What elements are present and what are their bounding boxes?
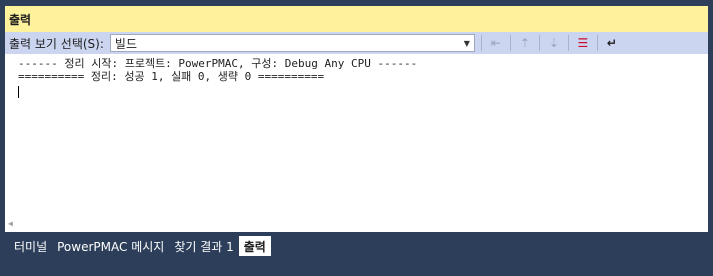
output-line: ========== 정리: 성공 1, 실패 0, 생략 0 ========… — [18, 70, 325, 83]
tab-label: 찾기 결과 1 — [174, 239, 234, 254]
toolbar-separator — [538, 35, 540, 51]
output-source-dropdown[interactable]: 빌드 ▼ — [109, 34, 475, 52]
tab-output[interactable]: 출력 — [238, 236, 271, 256]
output-source-value: 빌드 — [114, 36, 137, 51]
output-panel: 출력 출력 보기 선택(S): 빌드 ▼ ⇤ ⇡ ⇣ ☰ ↵ ------ 정리… — [5, 6, 708, 256]
panel-title: 출력 — [9, 12, 32, 27]
tab-powerpmac-messages[interactable]: PowerPMAC 메시지 — [52, 236, 169, 256]
tab-find-results-1[interactable]: 찾기 결과 1 — [169, 236, 238, 256]
toolbar-separator — [596, 35, 598, 51]
scroll-left-icon[interactable]: ◀ — [8, 217, 13, 230]
show-output-label: 출력 보기 선택(S): — [9, 36, 104, 51]
toolbar-separator — [509, 35, 511, 51]
clear-all-icon[interactable]: ☰ — [575, 36, 591, 50]
prev-message-icon[interactable]: ⇡ — [517, 36, 533, 50]
tab-label: 출력 — [243, 239, 266, 254]
output-toolbar: 출력 보기 선택(S): 빌드 ▼ ⇤ ⇡ ⇣ ☰ ↵ — [5, 32, 708, 54]
tool-window-tabs: 터미널 PowerPMAC 메시지 찾기 결과 1 출력 — [5, 232, 708, 256]
tab-terminal[interactable]: 터미널 — [9, 236, 52, 256]
chevron-down-icon[interactable]: ▼ — [464, 39, 470, 48]
tab-label: PowerPMAC 메시지 — [57, 239, 165, 254]
find-message-icon[interactable]: ⇤ — [488, 36, 504, 50]
panel-title-bar[interactable]: 출력 — [5, 6, 708, 32]
toolbar-separator — [480, 35, 482, 51]
output-line: ------ 정리 시작: 프로젝트: PowerPMAC, 구성: Debug… — [18, 57, 418, 70]
text-caret — [18, 86, 19, 98]
toolbar-separator — [567, 35, 569, 51]
next-message-icon[interactable]: ⇣ — [546, 36, 562, 50]
tab-label: 터미널 — [14, 239, 48, 254]
word-wrap-icon[interactable]: ↵ — [604, 36, 620, 50]
output-text-area[interactable]: ------ 정리 시작: 프로젝트: PowerPMAC, 구성: Debug… — [5, 54, 708, 232]
